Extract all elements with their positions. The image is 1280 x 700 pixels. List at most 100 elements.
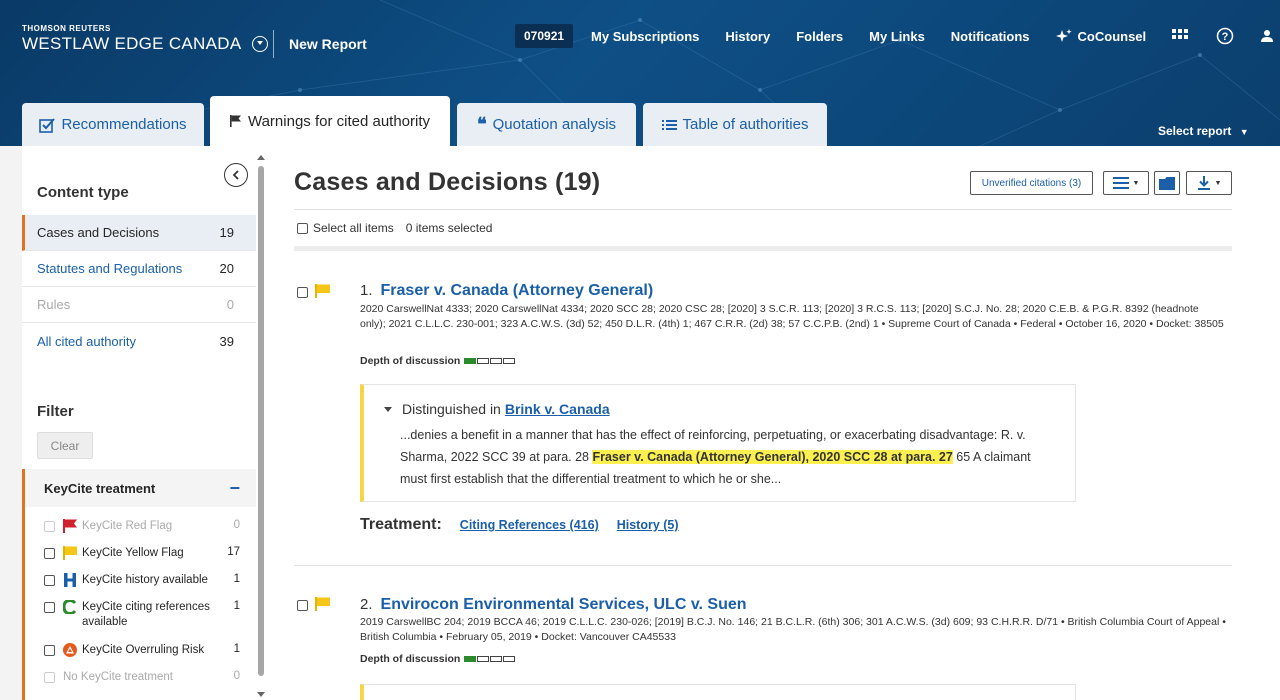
tab-recommendations[interactable]: Recommendations	[22, 103, 204, 146]
product-switcher-icon[interactable]	[251, 36, 268, 52]
help-icon[interactable]: ?	[1216, 27, 1234, 45]
content-type-statutes[interactable]: Statutes and Regulations 20	[22, 251, 256, 287]
tab-quotation-analysis[interactable]: ❝ Quotation analysis	[457, 103, 636, 146]
keycite-filter-overruling-risk[interactable]: KeyCite Overruling Risk 1	[44, 643, 240, 658]
checkbox[interactable]	[44, 548, 55, 559]
result-title-link[interactable]: Fraser v. Canada (Attorney General)	[381, 282, 654, 300]
scrollbar-thumb[interactable]	[258, 166, 264, 676]
nav-cocounsel[interactable]: CoCounsel	[1055, 29, 1146, 44]
content-type-label: All cited authority	[37, 333, 136, 349]
depth-label: Depth of discussion	[360, 355, 461, 367]
keycite-treatment-label: KeyCite treatment	[44, 480, 156, 496]
top-navigation: 070921 My Subscriptions History Folders …	[515, 24, 1280, 48]
client-id-button[interactable]: 070921	[515, 24, 574, 48]
treatment-row: Treatment: Citing References (416) Histo…	[360, 516, 679, 534]
checkbox	[44, 521, 55, 532]
result-number: 2.	[360, 596, 373, 613]
collapse-sidebar-button[interactable]	[224, 163, 248, 187]
citing-case-link[interactable]: Brink v. Canada	[505, 401, 610, 417]
view-options-button[interactable]: ▼	[1103, 171, 1149, 195]
checkbox[interactable]	[44, 645, 55, 656]
depth-of-discussion: Depth of discussion	[360, 355, 516, 367]
content-type-label: Statutes and Regulations	[37, 261, 183, 276]
nav-my-links[interactable]: My Links	[869, 29, 925, 44]
filter-heading: Filter	[37, 403, 74, 420]
depth-bar	[464, 358, 477, 364]
select-all-label[interactable]: Select all items	[313, 221, 394, 235]
select-report-dropdown[interactable]: Select report ▼	[1158, 124, 1249, 138]
keycite-filter-yellow-flag[interactable]: KeyCite Yellow Flag 17	[44, 546, 240, 561]
keycite-filter-red-flag: KeyCite Red Flag 0	[44, 519, 240, 534]
select-all-checkbox[interactable]	[297, 222, 308, 234]
brand-product: WESTLAW EDGE CANADA	[22, 34, 242, 53]
download-button[interactable]: ▼	[1186, 171, 1232, 195]
result-title-row: 2. Envirocon Environmental Services, ULC…	[360, 596, 747, 614]
depth-bar	[477, 656, 490, 662]
content-type-label: Cases and Decisions	[37, 225, 160, 240]
nav-folders[interactable]: Folders	[796, 29, 843, 44]
report-title: New Report	[289, 36, 367, 52]
download-icon	[1197, 176, 1210, 190]
yellow-flag-icon	[315, 597, 330, 616]
keycite-filter-citing-references[interactable]: KeyCite citing references available 1	[44, 600, 240, 630]
depth-bar	[503, 358, 516, 364]
collapse-minus-icon[interactable]: −	[229, 478, 240, 499]
keycite-filter-history[interactable]: KeyCite history available 1	[44, 573, 240, 588]
result-number: 1.	[360, 282, 373, 299]
section-divider	[294, 246, 1232, 251]
nav-notifications[interactable]: Notifications	[951, 29, 1030, 44]
folder-icon	[1159, 176, 1175, 190]
treatment-excerpt-box	[360, 684, 1076, 700]
scroll-down-arrow-icon[interactable]	[257, 692, 265, 697]
user-account-icon[interactable]	[1260, 29, 1274, 43]
tab-quotation-label: Quotation analysis	[492, 116, 617, 133]
result-checkbox[interactable]	[297, 600, 308, 611]
keycite-treatment-header[interactable]: KeyCite treatment −	[22, 469, 256, 507]
depth-meter	[464, 656, 516, 662]
nav-history[interactable]: History	[725, 29, 770, 44]
caret-down-icon[interactable]	[384, 406, 392, 412]
overruling-risk-icon	[63, 643, 77, 657]
yellow-flag-icon	[63, 546, 77, 560]
save-to-folder-button[interactable]	[1154, 171, 1180, 195]
tab-table-of-authorities[interactable]: Table of authorities	[643, 103, 827, 146]
tab-warnings-label: Warnings for cited authority	[247, 112, 431, 130]
result-checkbox[interactable]	[297, 287, 308, 298]
unverified-citations-button[interactable]: Unverified citations (3)	[970, 171, 1093, 195]
sparkle-icon	[1055, 29, 1072, 42]
content-type-cases[interactable]: Cases and Decisions 19	[22, 215, 256, 251]
result-citation: 2020 CarswellNat 4333; 2020 CarswellNat …	[360, 303, 1224, 330]
flag-icon	[229, 115, 242, 127]
list-view-icon	[1112, 177, 1129, 189]
nav-my-subscriptions[interactable]: My Subscriptions	[591, 29, 699, 44]
scroll-up-arrow-icon[interactable]	[257, 155, 265, 160]
highlighted-citation: Fraser v. Canada (Attorney General), 202…	[592, 450, 953, 464]
result-citation: 2019 CarswellBC 204; 2019 BCCA 46; 2019 …	[360, 616, 1226, 643]
tab-recommendations-label: Recommendations	[61, 116, 187, 133]
depth-meter	[464, 358, 516, 364]
content-type-all-cited[interactable]: All cited authority 39	[22, 323, 256, 359]
sidebar-scrollbar[interactable]	[256, 146, 268, 700]
apps-grid-icon[interactable]	[1172, 29, 1190, 43]
result-title-link[interactable]: Envirocon Environmental Services, ULC v.…	[381, 596, 747, 614]
checkbox[interactable]	[44, 602, 55, 613]
content-type-count: 0	[226, 297, 234, 312]
citing-references-link[interactable]: Citing References (416)	[460, 518, 599, 532]
treatment-label: Treatment:	[360, 516, 442, 533]
quote-icon: ❝	[476, 114, 487, 135]
brand-logo[interactable]: THOMSON REUTERS WESTLAW EDGE CANADA	[22, 24, 268, 54]
clear-filter-button[interactable]: Clear	[37, 432, 93, 459]
select-report-label: Select report	[1158, 124, 1232, 138]
tab-warnings-cited-authority[interactable]: Warnings for cited authority	[210, 96, 450, 146]
treatment-excerpt-heading: Distinguished in Brink v. Canada	[384, 401, 610, 417]
depth-bar	[477, 358, 490, 364]
checkbox[interactable]	[44, 575, 55, 586]
content-type-label: Rules	[37, 297, 71, 312]
divider	[294, 209, 1232, 210]
history-h-icon	[63, 573, 77, 587]
treatment-excerpt-text: ...denies a benefit in a manner that has…	[400, 428, 1031, 486]
checkbox	[44, 672, 55, 683]
history-link[interactable]: History (5)	[617, 518, 679, 532]
citing-c-icon	[63, 600, 77, 614]
depth-bar	[490, 656, 503, 662]
